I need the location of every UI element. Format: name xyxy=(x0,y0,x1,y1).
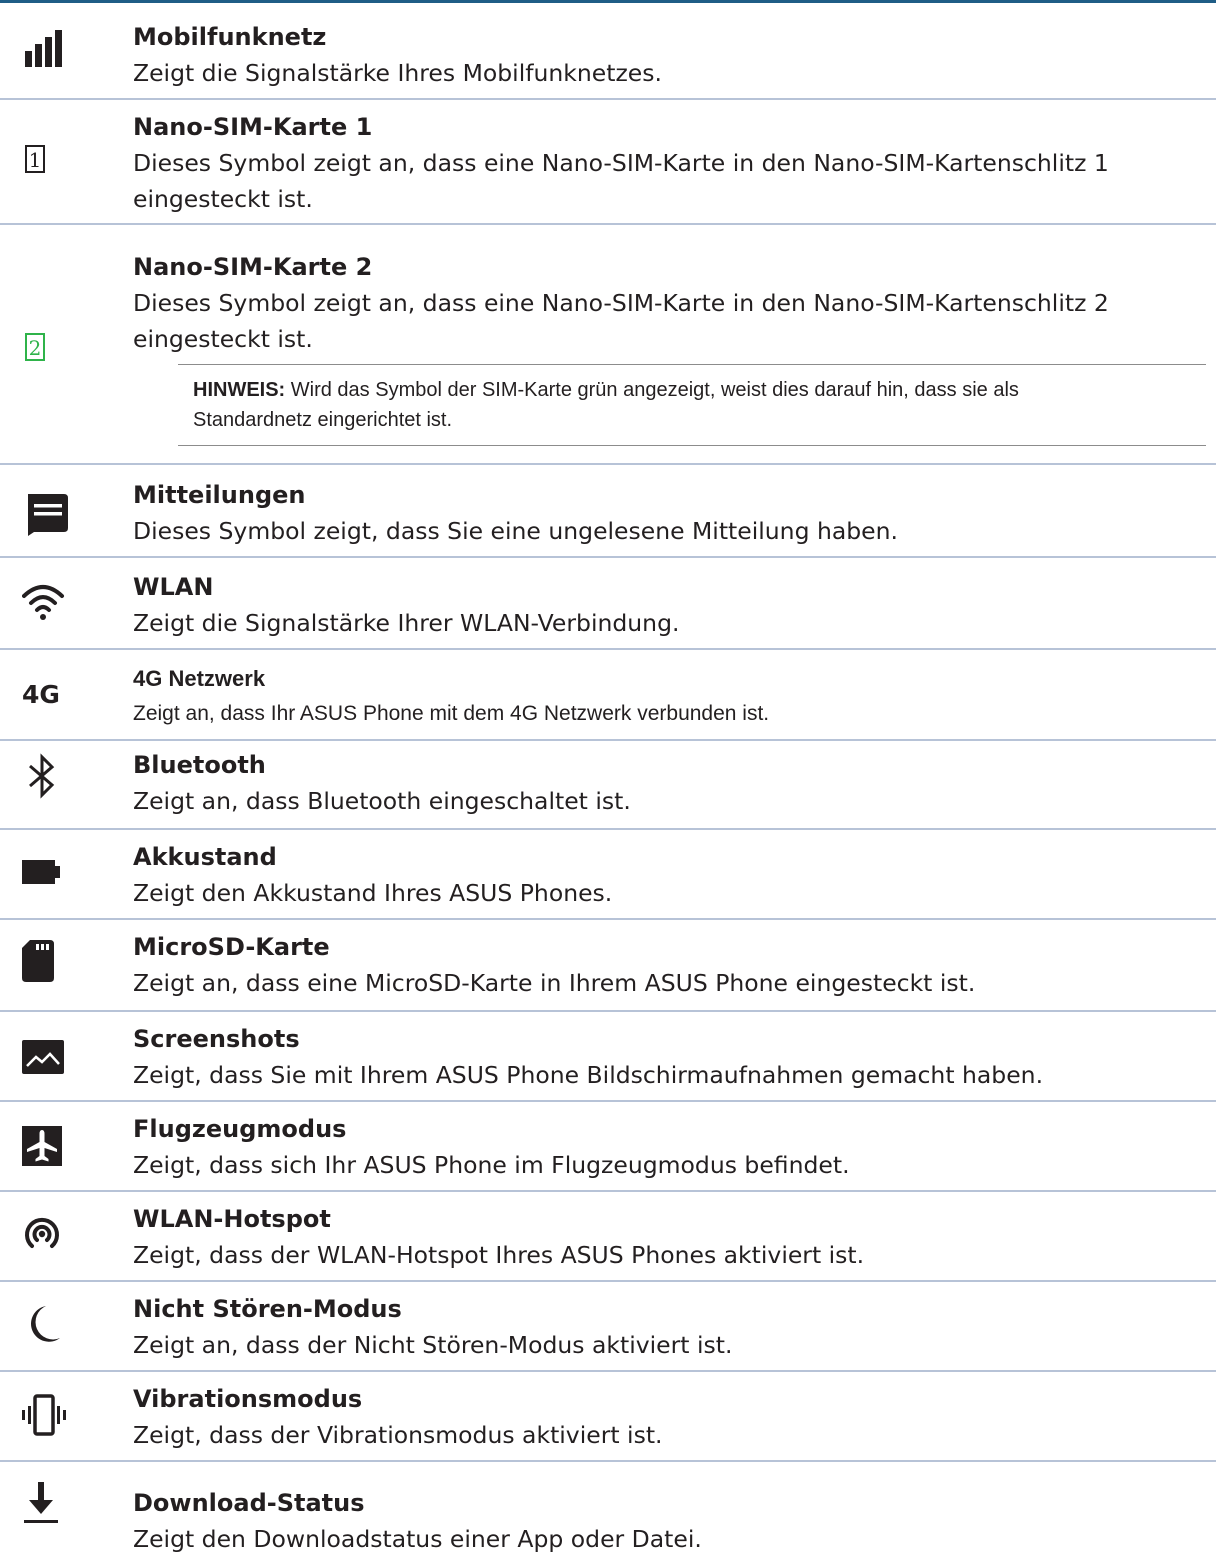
item-title: MicroSD-Karte xyxy=(133,933,330,961)
item-title: WLAN-Hotspot xyxy=(133,1205,331,1233)
separator xyxy=(0,1460,1216,1462)
microsd-card-icon xyxy=(22,936,72,986)
item-description: Zeigt den Downloadstatus einer App oder … xyxy=(133,1525,702,1553)
item-description: Zeigt, dass der WLAN-Hotspot Ihres ASUS … xyxy=(133,1241,865,1269)
item-description: Zeigt, dass Sie mit Ihrem ASUS Phone Bil… xyxy=(133,1061,1044,1089)
svg-text:1: 1 xyxy=(29,148,42,172)
message-icon xyxy=(22,490,72,540)
item-title: Vibrationsmodus xyxy=(133,1385,363,1413)
item-title: Bluetooth xyxy=(133,751,266,779)
note-body-line2: Standardnetz eingerichtet ist. xyxy=(193,409,453,431)
top-rule xyxy=(0,0,1216,3)
separator xyxy=(0,828,1216,830)
sim-card-1-icon: 1 xyxy=(22,140,72,190)
screenshot-icon xyxy=(22,1030,72,1080)
signal-bars-icon xyxy=(22,27,72,77)
battery-icon xyxy=(22,848,72,898)
hotspot-icon xyxy=(22,1212,72,1262)
separator xyxy=(0,1010,1216,1012)
item-description: Zeigt, dass sich Ihr ASUS Phone im Flugz… xyxy=(133,1151,850,1179)
item-description: Zeigt an, dass Ihr ASUS Phone mit dem 4G… xyxy=(133,702,770,725)
airplane-icon xyxy=(22,1122,72,1172)
separator xyxy=(0,556,1216,558)
separator xyxy=(0,98,1216,100)
separator xyxy=(0,223,1216,225)
item-description: Zeigt die Signalstärke Ihres Mobilfunkne… xyxy=(133,59,662,87)
item-description: Dieses Symbol zeigt an, dass eine Nano-S… xyxy=(133,289,1109,317)
item-title: 4G Netzwerk xyxy=(133,666,266,691)
item-title: Download-Status xyxy=(133,1489,365,1517)
separator xyxy=(0,918,1216,920)
svg-text:4G: 4G xyxy=(22,680,60,709)
item-title: Flugzeugmodus xyxy=(133,1115,347,1143)
item-title: Nano-SIM-Karte 1 xyxy=(133,113,373,141)
item-title: Nano-SIM-Karte 2 xyxy=(133,253,373,281)
bluetooth-icon xyxy=(22,752,72,802)
separator xyxy=(0,1190,1216,1192)
item-description: Zeigt die Signalstärke Ihrer WLAN-Verbin… xyxy=(133,609,680,637)
note-body: Wird das Symbol der SIM-Karte grün angez… xyxy=(285,379,1019,401)
item-description-line2: eingesteckt ist. xyxy=(133,185,313,213)
item-title: Mobilfunknetz xyxy=(133,23,327,51)
sim-card-2-icon: 2 xyxy=(22,328,72,378)
item-description: Zeigt, dass der Vibrationsmodus aktivier… xyxy=(133,1421,663,1449)
note-label: HINWEIS: xyxy=(193,379,286,401)
separator xyxy=(0,1100,1216,1102)
svg-text:2: 2 xyxy=(29,336,42,360)
separator xyxy=(0,1280,1216,1282)
4g-icon: 4G xyxy=(22,670,72,720)
item-title: WLAN xyxy=(133,573,214,601)
note-box: HINWEIS: Wird das Symbol der SIM-Karte g… xyxy=(178,364,1206,446)
item-description: Dieses Symbol zeigt, dass Sie eine ungel… xyxy=(133,517,898,545)
download-icon xyxy=(22,1480,72,1530)
item-description-line2: eingesteckt ist. xyxy=(133,325,313,353)
separator xyxy=(0,739,1216,741)
vibrate-icon xyxy=(22,1390,72,1440)
note-text: HINWEIS: Wird das Symbol der SIM-Karte g… xyxy=(178,365,1206,445)
item-description: Zeigt an, dass der Nicht Stören-Modus ak… xyxy=(133,1331,733,1359)
item-title: Akkustand xyxy=(133,843,277,871)
item-description: Zeigt den Akkustand Ihres ASUS Phones. xyxy=(133,879,613,907)
note-bottom-rule xyxy=(178,445,1206,446)
moon-icon xyxy=(22,1298,72,1348)
item-title: Mitteilungen xyxy=(133,481,306,509)
item-title: Nicht Stören-Modus xyxy=(133,1295,402,1323)
item-description: Zeigt an, dass eine MicroSD-Karte in Ihr… xyxy=(133,969,976,997)
wifi-icon xyxy=(22,580,72,630)
separator xyxy=(0,1370,1216,1372)
separator xyxy=(0,648,1216,650)
item-description: Dieses Symbol zeigt an, dass eine Nano-S… xyxy=(133,149,1109,177)
item-description: Zeigt an, dass Bluetooth eingeschaltet i… xyxy=(133,787,631,815)
item-title: Screenshots xyxy=(133,1025,300,1053)
separator xyxy=(0,463,1216,465)
